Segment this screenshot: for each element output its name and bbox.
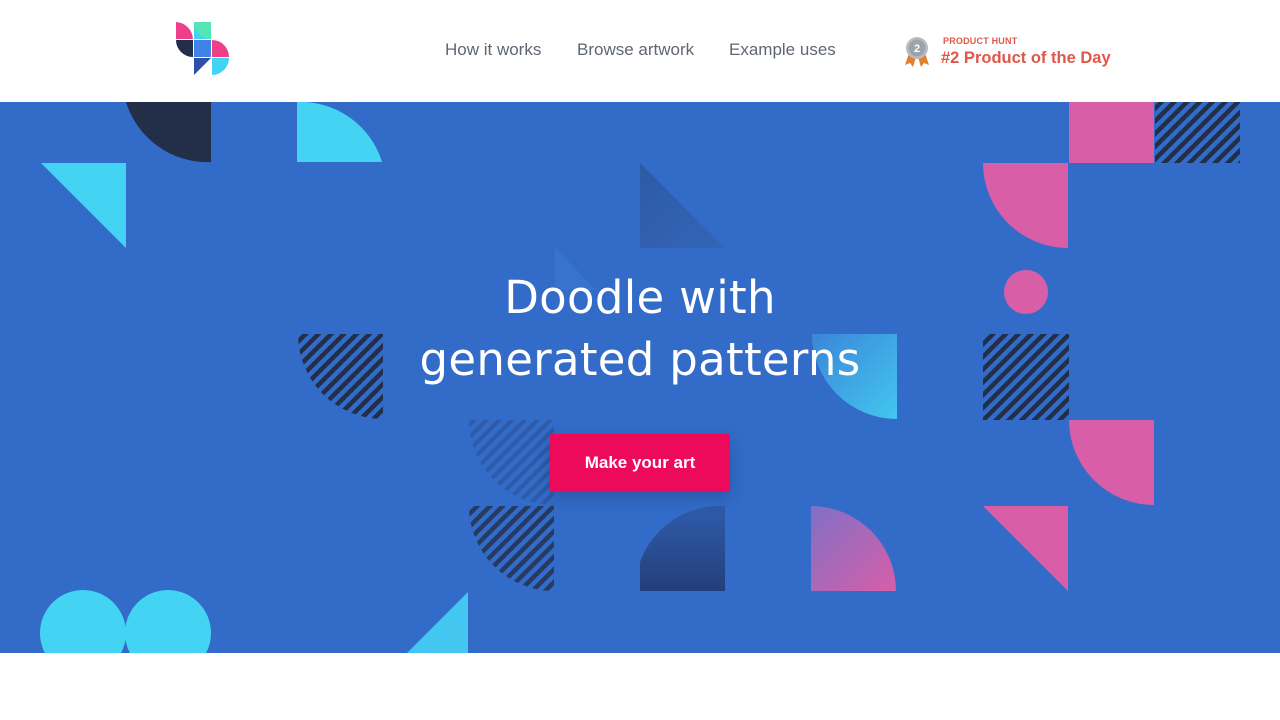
headline-line-1: Doodle with <box>504 271 776 324</box>
faint-striped-shape <box>469 420 554 505</box>
cyan-circle-2 <box>125 590 211 653</box>
product-hunt-badge[interactable]: 2 PRODUCT HUNT #2 Product of the Day <box>904 34 1124 72</box>
pink-gradient-quarter <box>811 506 896 591</box>
nav-link-how-it-works[interactable]: How it works <box>445 40 541 60</box>
cyan-quarter-circle <box>297 102 382 162</box>
striped-square-right <box>983 334 1069 420</box>
pink-quarter-left <box>983 163 1068 248</box>
pink-dot <box>1004 270 1048 314</box>
striped-square-top <box>1155 102 1240 163</box>
make-your-art-button[interactable]: Make your art <box>550 434 730 492</box>
headline-line-2: generated patterns <box>419 333 861 386</box>
cyan-triangle <box>41 163 126 248</box>
navy-gradient-half <box>640 505 725 591</box>
top-navigation: How it works Browse artwork Example uses… <box>0 0 1280 102</box>
cyan-corner-triangle <box>407 592 468 653</box>
nav-link-example-uses[interactable]: Example uses <box>729 40 836 60</box>
nav-link-browse-artwork[interactable]: Browse artwork <box>577 40 694 60</box>
hero-headline: Doodle with generated patterns <box>340 267 940 391</box>
badge-title: #2 Product of the Day <box>941 49 1111 67</box>
app-logo-icon[interactable] <box>175 21 229 75</box>
cyan-circle-1 <box>40 590 126 653</box>
hero-section: Doodle with generated patterns Make your… <box>0 102 1280 653</box>
navy-quarter-circle <box>126 102 211 163</box>
medal-rank: 2 <box>914 43 920 55</box>
pink-quarter-lower <box>1069 420 1154 505</box>
silver-medal-icon: 2 <box>905 37 929 67</box>
faint-triangle-top <box>640 163 725 248</box>
striped-quarter-circle-bottom <box>469 506 554 591</box>
badge-kicker: PRODUCT HUNT <box>943 36 1018 46</box>
pink-triangle <box>983 506 1068 591</box>
